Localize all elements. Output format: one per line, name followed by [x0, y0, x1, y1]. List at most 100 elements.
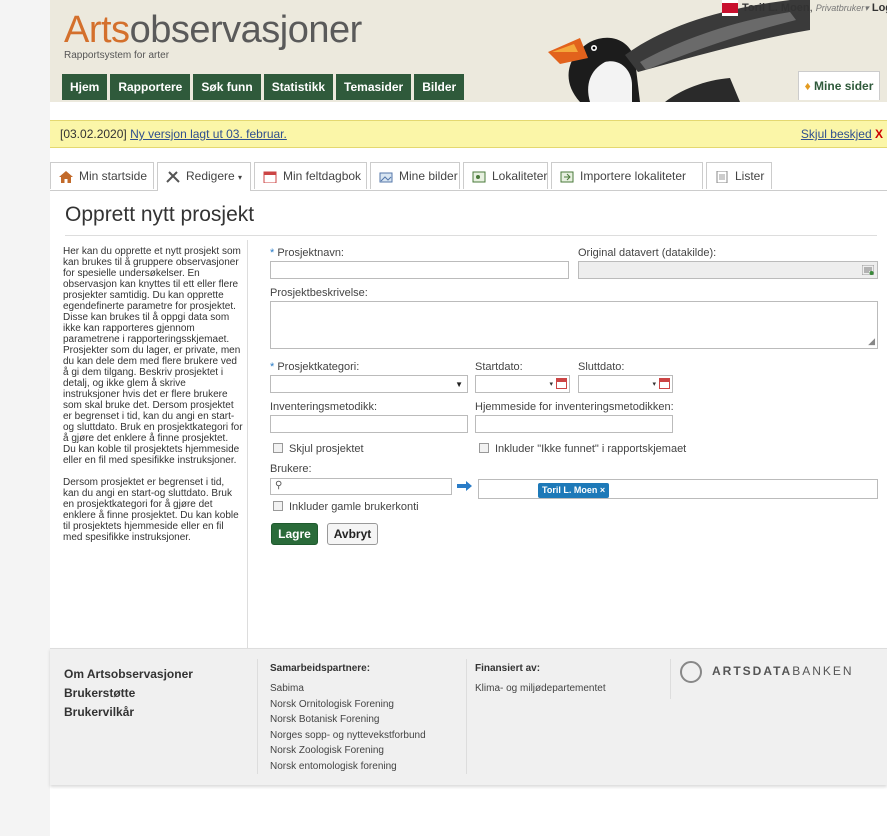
description-label: Prosjektbeskrivelse: — [270, 287, 368, 299]
search-icon: ⚲ — [275, 480, 283, 491]
artsdatabanken-logo[interactable]: ARTSDATABANKEN — [680, 661, 854, 683]
notice-link[interactable]: Ny versjon lagt ut 03. februar. — [130, 127, 287, 141]
partners-column: Samarbeidspartnere: Sabima Norsk Ornitol… — [270, 663, 426, 774]
site-logo[interactable]: Artsobservasjoner — [64, 10, 362, 50]
chevron-down-icon: ▾ — [549, 381, 553, 388]
partner-link[interactable]: Sabima — [270, 681, 426, 697]
method-home-label: Hjemmeside for inventeringsmetodikken: — [475, 401, 674, 413]
site-header: Artsobservasjoner Rapportsystem for arte… — [50, 0, 887, 102]
include-not-found-checkbox[interactable] — [479, 443, 489, 453]
funded-column: Finansiert av: Klima- og miljødepartemen… — [475, 663, 606, 697]
help-paragraph-1: Her kan du opprette et nytt prosjekt som… — [63, 246, 243, 466]
close-icon[interactable]: X — [875, 127, 883, 141]
nav-rapportere[interactable]: Rapportere — [110, 74, 191, 100]
remove-icon[interactable]: × — [600, 485, 605, 495]
footer-divider — [257, 659, 258, 774]
method-home-input[interactable] — [475, 415, 673, 433]
site-footer: Om Artsobservasjoner Brukerstøtte Bruker… — [50, 648, 887, 785]
artsdatabanken-ring-icon — [680, 661, 702, 683]
add-arrow-icon[interactable] — [457, 480, 473, 492]
norwegian-flag-icon[interactable] — [722, 0, 738, 16]
original-host-label: Original datavert (datakilde): — [578, 247, 717, 259]
user-name[interactable]: Toril L. Moen — [742, 2, 810, 14]
chevron-down-icon: ▼ — [455, 380, 463, 389]
cancel-button[interactable]: Avbryt — [327, 523, 378, 545]
document-icon — [716, 170, 728, 183]
partners-heading: Samarbeidspartnere: — [270, 663, 371, 674]
hide-project-checkbox[interactable] — [273, 443, 283, 453]
footer-divider — [466, 659, 467, 774]
calendar-icon[interactable] — [556, 378, 567, 389]
calendar-icon[interactable] — [659, 378, 670, 389]
calendar-icon — [263, 171, 277, 183]
project-name-label: * Prosjektnavn: — [270, 247, 344, 259]
description-textarea[interactable]: ◢ — [270, 301, 878, 349]
include-old-accounts-checkbox[interactable] — [273, 501, 283, 511]
person-icon: ♦ — [804, 79, 811, 93]
nav-sok-funn[interactable]: Søk funn — [193, 74, 261, 100]
sub-tabs: Min startside Redigere ▾ Min feltdagbok … — [50, 162, 887, 191]
site-tagline: Rapportsystem for arter — [64, 50, 170, 61]
user-role: Privatbruker — [815, 2, 865, 13]
end-date-input[interactable]: ▾ — [578, 375, 673, 393]
footer-links: Om Artsobservasjoner Brukerstøtte Bruker… — [64, 665, 193, 722]
tab-lokaliteter[interactable]: Lokaliteter — [463, 162, 548, 189]
nav-temasider[interactable]: Temasider — [336, 74, 412, 100]
tab-min-feltdagbok[interactable]: Min feltdagbok — [254, 162, 367, 189]
tab-lister[interactable]: Lister — [706, 162, 772, 189]
tab-redigere[interactable]: Redigere ▾ — [157, 162, 251, 191]
footer-link-brukervilkar[interactable]: Brukervilkår — [64, 703, 193, 722]
partner-link[interactable]: Norsk entomologisk forening — [270, 759, 426, 775]
hide-project-label: Skjul prosjektet — [289, 443, 364, 455]
tab-mine-bilder[interactable]: Mine bilder — [370, 162, 460, 189]
map-icon — [472, 171, 486, 183]
title-divider — [65, 235, 877, 236]
tab-importere-lokaliteter[interactable]: Importere lokaliteter — [551, 162, 703, 189]
nav-hjem[interactable]: Hjem — [62, 74, 108, 100]
home-icon — [59, 170, 73, 183]
partner-link[interactable]: Norsk Botanisk Forening — [270, 712, 426, 728]
notice-date: [03.02.2020] — [60, 127, 127, 141]
resize-handle-icon[interactable]: ◢ — [868, 336, 875, 347]
column-divider — [247, 240, 248, 648]
selected-user-chip[interactable]: Toril L. Moen × — [538, 483, 610, 498]
save-button[interactable]: Lagre — [271, 523, 318, 545]
mine-sider-tab[interactable]: ♦ Mine sider — [798, 71, 880, 100]
chevron-down-icon: ▾ — [652, 381, 656, 388]
import-icon — [560, 171, 574, 183]
include-old-accounts-label: Inkluder gamle brukerkonti — [289, 501, 419, 513]
start-date-input[interactable]: ▾ — [475, 375, 570, 393]
funder-link[interactable]: Klima- og miljødepartementet — [475, 681, 606, 697]
include-not-found-label: Inkluder "Ikke funnet" i rapportskjemaet — [495, 443, 687, 455]
main-nav: Hjem Rapportere Søk funn Statistikk Tema… — [62, 74, 465, 100]
page-title: Opprett nytt prosjekt — [65, 203, 255, 226]
category-label: * Prosjektkategori: — [270, 361, 360, 373]
partner-link[interactable]: Norges sopp- og nyttevekstforbund — [270, 728, 426, 744]
help-text: Her kan du opprette et nytt prosjekt som… — [63, 246, 243, 554]
partner-link[interactable]: Norsk Zoologisk Forening — [270, 743, 426, 759]
method-input[interactable] — [270, 415, 468, 433]
tab-min-startside[interactable]: Min startside — [50, 162, 154, 189]
partner-link[interactable]: Norsk Ornitologisk Forening — [270, 697, 426, 713]
footer-link-brukerstotte[interactable]: Brukerstøtte — [64, 684, 193, 703]
logout-link[interactable]: Logg ut — [872, 2, 887, 14]
nav-statistikk[interactable]: Statistikk — [263, 74, 334, 100]
start-date-label: Startdato: — [475, 361, 523, 373]
end-date-label: Sluttdato: — [578, 361, 625, 373]
original-host-input[interactable] — [578, 261, 878, 279]
footer-link-om[interactable]: Om Artsobservasjoner — [64, 665, 193, 684]
list-picker-icon[interactable] — [862, 265, 874, 275]
nav-bilder[interactable]: Bilder — [414, 74, 465, 100]
chevron-down-icon: ▾ — [238, 173, 243, 182]
user-bar: Toril L. Moen, Privatbruker▾ Logg ut — [722, 0, 887, 16]
notice-bar: [03.02.2020] Ny versjon lagt ut 03. febr… — [50, 120, 887, 148]
project-name-input[interactable] — [270, 261, 569, 279]
category-select[interactable]: ▼ — [270, 375, 468, 393]
images-icon — [379, 172, 393, 183]
user-search-input[interactable]: ⚲ — [270, 478, 452, 495]
tools-icon — [166, 171, 180, 183]
hide-notice-link[interactable]: Skjul beskjed X — [801, 121, 883, 147]
users-label: Brukere: — [270, 463, 312, 475]
funded-heading: Finansiert av: — [475, 663, 541, 674]
method-label: Inventeringsmetodikk: — [270, 401, 377, 413]
